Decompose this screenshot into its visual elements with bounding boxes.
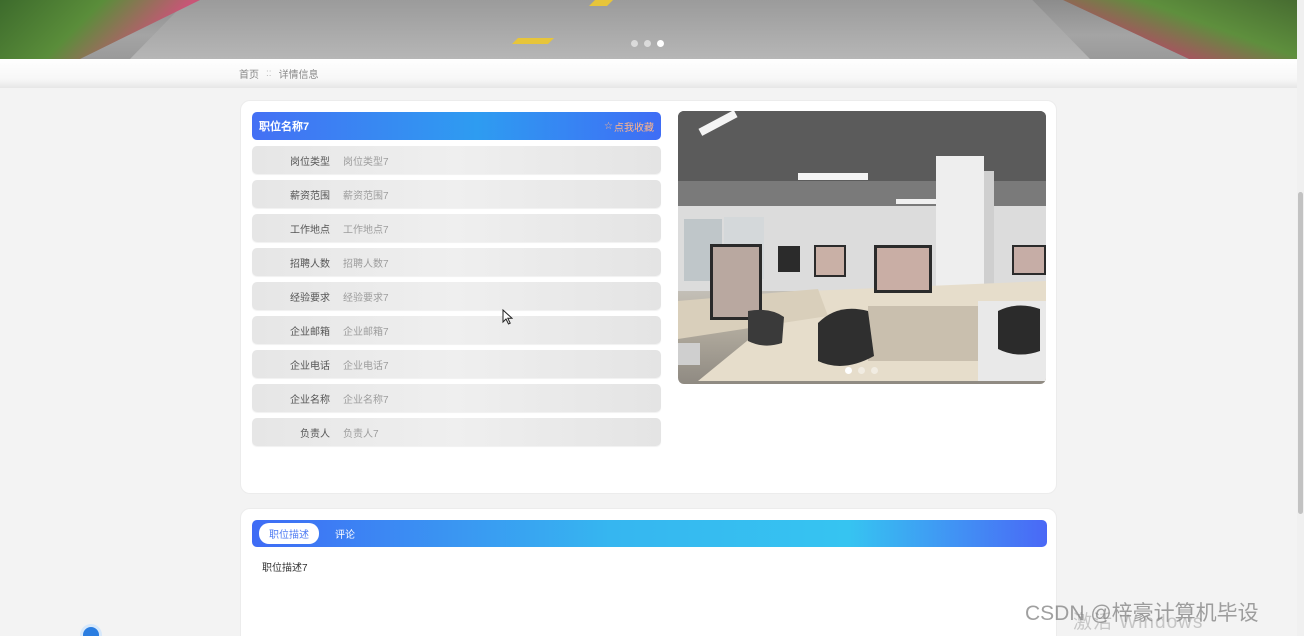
favorite-button-label: 点我收藏: [614, 122, 654, 134]
job-detail-card: 职位名称7 ☆ 点我收藏 岗位类型 岗位类型7 薪资范围 薪资范围7 工作地点 …: [240, 100, 1057, 494]
hero-carousel-dots: [631, 40, 664, 47]
mouse-cursor-icon: [502, 309, 513, 325]
field-value: 经验要求7: [343, 292, 389, 304]
csdn-watermark: CSDN @梓豪计算机毕设: [1025, 602, 1259, 625]
hero-carousel-dot-1[interactable]: [631, 40, 638, 47]
hero-carousel-dot-3[interactable]: [657, 40, 664, 47]
photo-carousel-dot-3[interactable]: [871, 367, 878, 374]
field-label: 企业名称: [290, 394, 330, 406]
photo-carousel-dots: [845, 367, 878, 374]
field-label: 薪资范围: [290, 190, 330, 202]
tab-job-description[interactable]: 职位描述: [259, 523, 319, 544]
field-value: 招聘人数7: [343, 258, 389, 270]
field-label: 工作地点: [290, 224, 330, 236]
tab-bar: 职位描述 评论: [252, 520, 1047, 547]
photo-carousel-dot-1[interactable]: [845, 367, 852, 374]
floating-action-icon[interactable]: [83, 627, 99, 636]
breadcrumb: 首页 :: 详情信息: [239, 66, 319, 81]
tab-comments[interactable]: 评论: [335, 526, 355, 541]
field-row-headcount: 招聘人数 招聘人数7: [252, 248, 661, 276]
field-row-job-type: 岗位类型 岗位类型7: [252, 146, 661, 174]
hero-road-image: [130, 0, 1090, 59]
field-row-experience: 经验要求 经验要求7: [252, 282, 661, 310]
breadcrumb-bar: 首页 :: 详情信息: [0, 59, 1297, 88]
field-row-company-email: 企业邮箱 企业邮箱7: [252, 316, 661, 344]
office-photo: [678, 111, 1046, 381]
field-label: 经验要求: [290, 292, 330, 304]
field-value: 企业邮箱7: [343, 326, 389, 338]
field-label: 招聘人数: [290, 258, 330, 270]
job-title-bar: 职位名称7 ☆ 点我收藏: [252, 112, 661, 140]
field-label: 负责人: [300, 428, 330, 440]
field-value: 负责人7: [343, 428, 379, 440]
field-value: 工作地点7: [343, 224, 389, 236]
hero-banner: [0, 0, 1297, 59]
field-value: 企业名称7: [343, 394, 389, 406]
field-row-company-phone: 企业电话 企业电话7: [252, 350, 661, 378]
field-row-contact-person: 负责人 负责人7: [252, 418, 661, 446]
field-label: 企业电话: [290, 360, 330, 372]
photo-carousel-dot-2[interactable]: [858, 367, 865, 374]
favorite-button[interactable]: ☆ 点我收藏: [604, 119, 654, 134]
job-description-content: 职位描述7: [262, 563, 308, 574]
field-value: 企业电话7: [343, 360, 389, 372]
field-value: 薪资范围7: [343, 190, 389, 202]
field-label: 岗位类型: [290, 156, 330, 168]
page-scrollbar-thumb[interactable]: [1298, 192, 1303, 514]
breadcrumb-current: 详情信息: [278, 70, 319, 81]
hero-carousel-dot-2[interactable]: [644, 40, 651, 47]
hero-lane-marking: [512, 38, 554, 44]
breadcrumb-separator: ::: [266, 68, 272, 79]
job-tabs-card: 职位描述 评论 职位描述7: [240, 508, 1057, 636]
job-title: 职位名称7: [259, 121, 310, 133]
field-label: 企业邮箱: [290, 326, 330, 338]
office-photo-carousel[interactable]: [678, 111, 1046, 384]
field-value: 岗位类型7: [343, 156, 389, 168]
breadcrumb-home-link[interactable]: 首页: [239, 66, 259, 81]
field-row-salary-range: 薪资范围 薪资范围7: [252, 180, 661, 208]
field-row-work-location: 工作地点 工作地点7: [252, 214, 661, 242]
field-row-company-name: 企业名称 企业名称7: [252, 384, 661, 412]
star-icon: ☆: [604, 120, 613, 132]
